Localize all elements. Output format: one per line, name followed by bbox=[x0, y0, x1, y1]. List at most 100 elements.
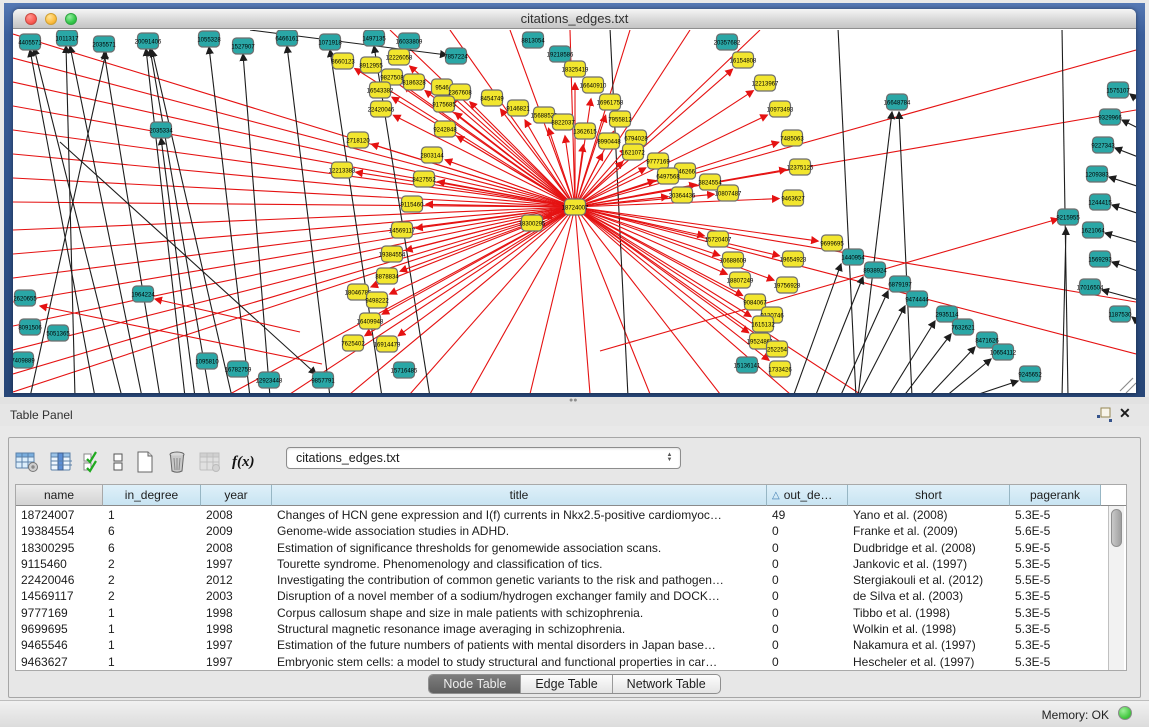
delete-table-icon[interactable] bbox=[166, 450, 188, 474]
column-header-pagerank[interactable]: pagerank bbox=[1010, 485, 1101, 506]
network-node[interactable]: 7857224 bbox=[444, 48, 468, 64]
network-node[interactable]: 6466161 bbox=[275, 30, 299, 46]
table-row[interactable]: 2242004622012Investigating the contribut… bbox=[16, 572, 1108, 588]
network-node[interactable]: 1209383 bbox=[1085, 166, 1109, 182]
network-node[interactable]: 1569293 bbox=[1088, 251, 1112, 267]
network-node[interactable]: 9498222 bbox=[365, 292, 389, 308]
network-node[interactable]: 19384554 bbox=[379, 246, 406, 262]
network-node[interactable]: 20091406 bbox=[135, 33, 162, 49]
network-canvas[interactable]: 4405571 1011317 2035571 20091406 1055328 1527… bbox=[13, 30, 1136, 393]
network-node[interactable]: 1527907 bbox=[231, 38, 255, 54]
table-settings-icon[interactable] bbox=[15, 451, 39, 473]
network-node[interactable]: 9245652 bbox=[1018, 366, 1042, 382]
network-node[interactable]: 9699695 bbox=[820, 235, 844, 251]
divider-drag-handle[interactable]: ●● bbox=[569, 399, 579, 402]
table-row[interactable]: 946362711997Embryonic stem cells: a mode… bbox=[16, 654, 1108, 670]
network-node[interactable]: 9474444 bbox=[905, 291, 929, 307]
network-node[interactable]: 18325419 bbox=[562, 61, 589, 77]
network-node[interactable]: 8660123 bbox=[331, 53, 355, 69]
network-node[interactable]: 8878834 bbox=[375, 268, 399, 284]
network-node[interactable]: 6497568 bbox=[656, 168, 680, 184]
network-node[interactable]: 8912955 bbox=[359, 57, 383, 73]
network-node[interactable]: 1362615 bbox=[573, 123, 597, 139]
network-node[interactable]: 8454749 bbox=[480, 90, 504, 106]
network-node[interactable]: 8091506 bbox=[18, 319, 42, 335]
network-node[interactable]: 22420046 bbox=[368, 101, 395, 117]
network-node[interactable]: 10807487 bbox=[715, 185, 742, 201]
tab-network-table[interactable]: Network Table bbox=[613, 675, 720, 693]
network-node[interactable]: 9115460 bbox=[401, 196, 425, 212]
network-node[interactable]: 9146821 bbox=[506, 100, 530, 116]
network-node[interactable]: 9227343 bbox=[1091, 137, 1115, 153]
network-node[interactable]: 1011317 bbox=[56, 30, 80, 46]
network-node[interactable]: 1733426 bbox=[768, 361, 792, 377]
tab-edge-table[interactable]: Edge Table bbox=[521, 675, 612, 693]
column-header-in_degree[interactable]: in_degree bbox=[103, 485, 201, 506]
network-node[interactable]: 9329966 bbox=[1098, 109, 1122, 125]
network-node[interactable]: 12375125 bbox=[787, 159, 814, 175]
network-node[interactable]: 1497135 bbox=[362, 30, 386, 46]
network-node[interactable]: 16914479 bbox=[374, 336, 401, 352]
column-header-name[interactable]: name bbox=[16, 485, 103, 506]
network-node[interactable]: 16154808 bbox=[730, 52, 757, 68]
network-node[interactable]: 7955812 bbox=[608, 111, 632, 127]
network-node[interactable]: 6879197 bbox=[888, 276, 912, 292]
network-node[interactable]: 16543382 bbox=[367, 82, 394, 98]
window-titlebar[interactable]: citations_edges.txt bbox=[13, 9, 1136, 29]
network-node[interactable]: 1244415 bbox=[1088, 194, 1112, 210]
network-node[interactable]: 2803144 bbox=[420, 147, 444, 163]
network-node[interactable]: 15136141 bbox=[734, 357, 761, 373]
vertical-scrollbar[interactable] bbox=[1108, 506, 1124, 670]
select-all-icon[interactable] bbox=[83, 451, 101, 473]
network-node[interactable]: 8990448 bbox=[597, 133, 621, 149]
network-node[interactable]: 1095810 bbox=[195, 353, 219, 369]
network-node[interactable]: 1964224 bbox=[131, 286, 155, 302]
network-node[interactable]: 16640910 bbox=[580, 77, 607, 93]
network-node[interactable]: 9463627 bbox=[781, 190, 805, 206]
network-node[interactable]: 1055328 bbox=[197, 31, 221, 47]
table-row[interactable]: 1456911722003Disruption of a novel membe… bbox=[16, 588, 1108, 604]
network-node[interactable]: 7485063 bbox=[780, 130, 804, 146]
network-node[interactable]: 8813054 bbox=[521, 32, 545, 48]
network-node[interactable]: 1440954 bbox=[841, 249, 865, 265]
network-node[interactable]: 4405571 bbox=[18, 34, 42, 50]
network-node[interactable]: 8215955 bbox=[1056, 209, 1080, 225]
network-node[interactable]: 2035571 bbox=[92, 36, 116, 52]
network-node[interactable]: 9175685 bbox=[432, 96, 456, 112]
network-node[interactable]: 16961758 bbox=[597, 94, 624, 110]
network-node[interactable]: 9242848 bbox=[433, 121, 457, 137]
table-column-icon[interactable] bbox=[50, 451, 72, 473]
network-node[interactable]: 10688609 bbox=[720, 252, 747, 268]
network-node[interactable]: 10973493 bbox=[767, 101, 794, 117]
network-node[interactable]: 2035334 bbox=[149, 122, 173, 138]
scrollbar-thumb[interactable] bbox=[1111, 509, 1122, 547]
network-node[interactable]: 5051365 bbox=[46, 325, 70, 341]
network-node[interactable]: 10654112 bbox=[990, 344, 1017, 360]
network-node[interactable]: 1071918 bbox=[318, 34, 342, 50]
network-node[interactable]: 17016504 bbox=[1077, 279, 1104, 295]
network-node[interactable]: 16033809 bbox=[396, 33, 423, 49]
network-node[interactable]: 16648784 bbox=[884, 94, 911, 110]
tab-node-table[interactable]: Node Table bbox=[429, 675, 521, 693]
network-node[interactable]: 12213967 bbox=[752, 75, 779, 91]
network-node[interactable]: 14569117 bbox=[389, 222, 416, 238]
network-node[interactable]: 1621072 bbox=[621, 144, 645, 160]
column-header-title[interactable]: title bbox=[272, 485, 767, 506]
node-table[interactable]: namein_degreeyeartitle△out_de…shortpager… bbox=[15, 484, 1127, 671]
network-node[interactable]: 18807249 bbox=[727, 272, 754, 288]
network-node[interactable]: 8822037 bbox=[551, 114, 575, 130]
table-row[interactable]: 911546021997Tourette syndrome. Phenomeno… bbox=[16, 556, 1108, 572]
network-node[interactable]: 15720407 bbox=[705, 231, 732, 247]
network-node[interactable]: 7409889 bbox=[13, 352, 35, 368]
network-node[interactable]: 8938924 bbox=[863, 262, 887, 278]
network-node[interactable]: 20357682 bbox=[714, 34, 741, 50]
network-node[interactable]: 16409948 bbox=[357, 313, 384, 329]
table-row[interactable]: 969969511998Structural magnetic resonanc… bbox=[16, 621, 1108, 637]
network-node[interactable]: 2620655 bbox=[13, 290, 37, 306]
table-row[interactable]: 977716911998Corpus callosum shape and si… bbox=[16, 605, 1108, 621]
column-header-year[interactable]: year bbox=[201, 485, 272, 506]
memory-ok-indicator[interactable] bbox=[1118, 706, 1132, 720]
table-row[interactable]: 1872400712008Changes of HCN gene express… bbox=[16, 507, 1108, 523]
table-row[interactable]: 1830029562008Estimation of significance … bbox=[16, 540, 1108, 556]
network-node[interactable]: 16782759 bbox=[225, 361, 252, 377]
